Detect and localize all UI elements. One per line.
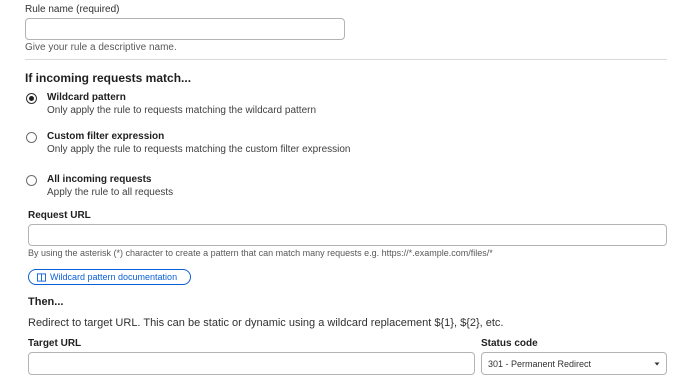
then-section-title: Then... — [28, 296, 64, 308]
radio-wildcard-pattern[interactable] — [26, 93, 37, 104]
status-code-value: 301 - Permanent Redirect — [488, 358, 592, 369]
radio-custom-filter-title: Custom filter expression — [47, 131, 165, 142]
chevron-down-icon — [654, 362, 660, 366]
radio-wildcard-title: Wildcard pattern — [47, 92, 126, 103]
documentation-button-label: Wildcard pattern documentation — [50, 272, 178, 282]
section-divider — [25, 59, 667, 60]
request-url-label: Request URL — [28, 210, 91, 221]
radio-all-requests-title: All incoming requests — [47, 174, 152, 185]
rule-name-help: Give your rule a descriptive name. — [25, 42, 177, 53]
radio-custom-filter-desc: Only apply the rule to requests matching… — [47, 144, 351, 155]
radio-all-requests-desc: Apply the rule to all requests — [47, 187, 174, 198]
book-icon — [37, 272, 46, 282]
wildcard-documentation-button[interactable]: Wildcard pattern documentation — [28, 269, 191, 285]
radio-wildcard-desc: Only apply the rule to requests matching… — [47, 105, 317, 116]
match-section-title: If incoming requests match... — [25, 71, 192, 85]
target-url-label: Target URL — [28, 338, 82, 349]
status-code-select[interactable]: 301 - Permanent Redirect — [481, 352, 667, 375]
then-section-description: Redirect to target URL. This can be stat… — [28, 317, 504, 329]
request-url-help: By using the asterisk (*) character to c… — [28, 248, 493, 258]
rule-name-input[interactable] — [25, 18, 345, 40]
radio-all-requests[interactable] — [26, 175, 37, 186]
rule-name-label: Rule name (required) — [25, 4, 120, 15]
request-url-input[interactable] — [28, 224, 667, 246]
radio-custom-filter[interactable] — [26, 132, 37, 143]
target-url-input[interactable] — [28, 352, 475, 375]
status-code-label: Status code — [481, 338, 538, 349]
